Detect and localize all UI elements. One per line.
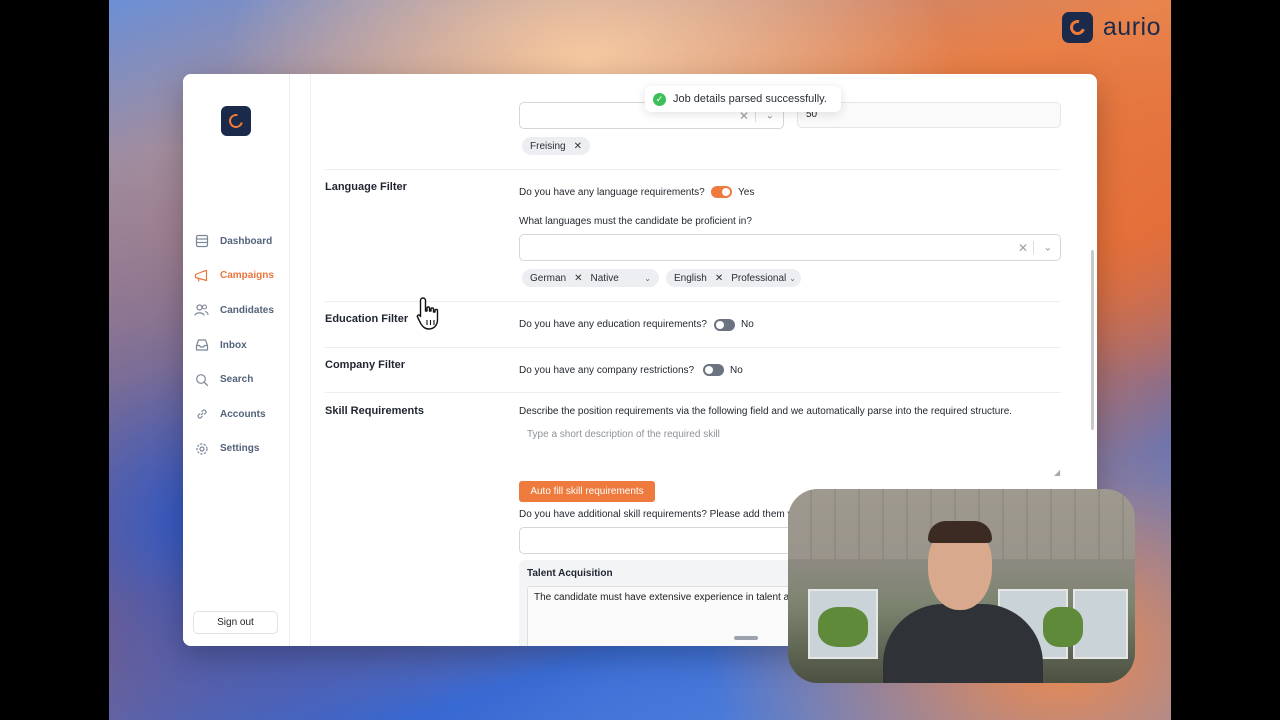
- auto-fill-skills-button[interactable]: Auto fill skill requirements: [519, 481, 655, 502]
- app-logo-icon[interactable]: [221, 106, 251, 136]
- education-toggle-label: No: [741, 319, 754, 330]
- inbox-icon: [194, 338, 209, 353]
- chip-label: Freising: [530, 140, 566, 152]
- sidebar-item-campaigns[interactable]: Campaigns: [194, 259, 286, 294]
- video-tree: [1043, 607, 1083, 647]
- sign-out-button[interactable]: Sign out: [193, 611, 278, 634]
- language-select[interactable]: ✕ ⌄: [519, 234, 1061, 261]
- video-person-body: [883, 604, 1043, 683]
- aurio-logo-icon: [1061, 12, 1093, 43]
- skill-description: Describe the position requirements via t…: [519, 406, 1013, 417]
- megaphone-icon: [194, 268, 209, 283]
- remove-chip-icon[interactable]: ✕: [574, 273, 582, 284]
- link-icon: [194, 407, 209, 422]
- select-separator: [1033, 241, 1034, 254]
- language-level[interactable]: Professional: [731, 273, 786, 284]
- sidebar-item-candidates[interactable]: Candidates: [194, 293, 286, 328]
- divider: [325, 347, 1061, 348]
- sidebar-item-settings[interactable]: Settings: [194, 432, 286, 467]
- skill-textarea[interactable]: Type a short description of the required…: [527, 429, 1061, 479]
- brand-logo: aurio: [1061, 12, 1161, 43]
- scrollbar[interactable]: [1091, 250, 1094, 430]
- language-level[interactable]: Native: [591, 273, 619, 284]
- hand-cursor-icon: [415, 296, 445, 337]
- clear-icon[interactable]: ✕: [1018, 241, 1028, 255]
- language-name: German: [530, 272, 567, 284]
- education-toggle[interactable]: [714, 319, 735, 331]
- language-name: English: [674, 272, 707, 284]
- language-filter-title: Language Filter: [325, 181, 407, 193]
- toast-message: Job details parsed successfully.: [673, 93, 827, 105]
- language-toggle-label: Yes: [738, 187, 755, 198]
- chevron-down-icon[interactable]: ⌄: [1044, 242, 1052, 253]
- video-tree: [818, 607, 868, 647]
- company-filter-title: Company Filter: [325, 359, 406, 371]
- sidebar-item-label: Dashboard: [220, 235, 273, 247]
- webcam-overlay: [788, 489, 1135, 683]
- language-toggle[interactable]: [711, 186, 732, 198]
- location-chip: Freising ✕: [522, 137, 590, 155]
- sidebar-item-label: Campaigns: [220, 270, 274, 282]
- language-question: Do you have any language requirements?: [519, 187, 705, 198]
- company-toggle[interactable]: [703, 364, 724, 376]
- skill-card-title: Talent Acquisition: [527, 568, 613, 579]
- remove-chip-icon[interactable]: ✕: [574, 141, 582, 152]
- remove-chip-icon[interactable]: ✕: [715, 273, 723, 284]
- sidebar-item-inbox[interactable]: Inbox: [194, 328, 286, 363]
- success-toast: ✓ Job details parsed successfully.: [645, 86, 841, 112]
- sidebar-item-label: Settings: [220, 443, 260, 455]
- divider: [325, 169, 1061, 170]
- drag-handle[interactable]: [734, 636, 758, 640]
- sidebar-item-label: Search: [220, 374, 254, 386]
- sidebar-item-label: Inbox: [220, 339, 247, 351]
- education-filter-title: Education Filter: [325, 313, 409, 325]
- resize-handle-icon[interactable]: ◢: [1054, 468, 1060, 477]
- company-question: Do you have any company restrictions?: [519, 365, 695, 376]
- content-border: [310, 74, 311, 646]
- sidebar-item-label: Accounts: [220, 408, 266, 420]
- brand-name: aurio: [1102, 13, 1161, 41]
- additional-skills-question: Do you have additional skill requirement…: [519, 509, 801, 520]
- dashboard-icon: [194, 234, 209, 249]
- divider: [325, 392, 1061, 393]
- sidebar: Dashboard Campaigns Candidates Inbox Sea…: [183, 74, 290, 646]
- gear-icon: [194, 441, 209, 456]
- proficiency-question: What languages must the candidate be pro…: [519, 216, 752, 227]
- sidebar-item-search[interactable]: Search: [194, 362, 286, 397]
- language-chip-english: English ✕ Professional ⌄: [666, 269, 801, 287]
- users-icon: [194, 303, 209, 318]
- additional-skills-input[interactable]: [519, 527, 819, 554]
- check-circle-icon: ✓: [653, 92, 666, 106]
- company-toggle-label: No: [730, 365, 743, 376]
- search-icon: [194, 372, 209, 387]
- chevron-down-icon[interactable]: ⌄: [789, 274, 796, 283]
- sidebar-item-accounts[interactable]: Accounts: [194, 397, 286, 432]
- sidebar-item-dashboard[interactable]: Dashboard: [194, 224, 286, 259]
- sidebar-nav: Dashboard Campaigns Candidates Inbox Sea…: [194, 224, 286, 466]
- education-question: Do you have any education requirements?: [519, 319, 707, 330]
- skill-requirements-title: Skill Requirements: [325, 405, 425, 417]
- video-person-hair: [928, 521, 992, 543]
- sidebar-item-label: Candidates: [220, 304, 274, 316]
- chevron-down-icon[interactable]: ⌄: [644, 274, 651, 283]
- language-chip-german: German ✕ Native ⌄: [522, 269, 659, 287]
